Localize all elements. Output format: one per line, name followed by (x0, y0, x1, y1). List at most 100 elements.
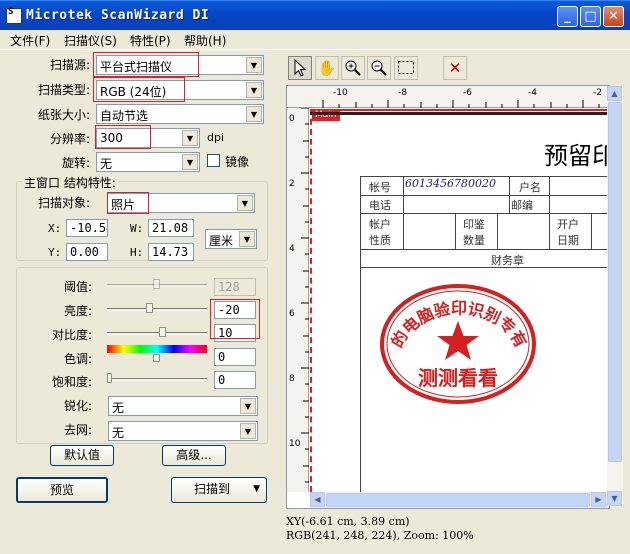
vertical-scrollbar[interactable]: ▲ ▼ (607, 86, 623, 506)
brightness-label: 亮度: (63, 304, 92, 318)
red-seal-stamp: 他们的电脑验印识别专有公司 测测看看 (378, 281, 536, 404)
open-date-label: 开户 (557, 218, 579, 231)
menu-help[interactable]: 帮助(H) (184, 32, 226, 49)
h-field[interactable]: 14.73 (148, 243, 194, 261)
threshold-label: 阈值: (63, 280, 92, 294)
ruler-tick-label: -8 (398, 88, 407, 98)
hue-label: 色调: (63, 352, 92, 366)
scan-object-label: 扫描对象: (37, 196, 90, 210)
ruler-tick-label: 0 (289, 114, 295, 124)
hand-tool-icon[interactable]: ✋ (315, 56, 339, 80)
horizontal-scroll-thumb[interactable] (326, 493, 590, 507)
zoom-in-icon[interactable] (341, 56, 365, 80)
maximize-button[interactable]: □ (580, 6, 601, 27)
chevron-down-icon: ▼ (239, 231, 255, 247)
ruler-tick-label: 10 (289, 439, 301, 449)
threshold-field[interactable]: 128 (214, 278, 256, 296)
advanced-button[interactable]: 高级... (162, 445, 226, 466)
menu-file[interactable]: 文件(F) (10, 32, 50, 49)
chevron-down-icon: ▼ (237, 195, 253, 211)
vertical-scroll-thumb[interactable] (608, 102, 622, 462)
source-label: 扫描源: (49, 58, 90, 72)
rotate-label: 旋转: (61, 156, 90, 170)
highlight-box (210, 299, 260, 339)
hue-slider[interactable] (107, 345, 207, 353)
mirror-label: 镜像 (225, 155, 250, 169)
rotate-select[interactable]: 无 ▼ (96, 152, 200, 172)
scan-to-button[interactable]: 扫描到 ▼ (171, 477, 267, 503)
default-button[interactable]: 默认值 (50, 445, 114, 466)
ruler-tick-label: 2 (289, 179, 295, 189)
acct-type-label: 帐户 (369, 218, 391, 231)
w-field[interactable]: 21.08 (148, 219, 194, 237)
highlight-box (95, 125, 151, 149)
preview-button[interactable]: 预览 (16, 477, 108, 503)
resolution-label: 分辨率: (49, 132, 90, 146)
y-field[interactable]: 0.00 (66, 243, 108, 261)
ruler-tick-label: -6 (463, 88, 472, 98)
saturation-label: 饱和度: (51, 375, 92, 389)
scan-preview-image[interactable]: Main 预留印 帐号 6013456780020 户名 电话 邮编 帐户 性质… (310, 109, 607, 492)
chevron-down-icon: ▼ (240, 423, 256, 439)
pointer-tool-icon[interactable] (288, 56, 312, 80)
highlight-box (107, 192, 149, 214)
saturation-field[interactable]: 0 (214, 371, 256, 389)
contrast-thumb[interactable] (159, 327, 166, 337)
scroll-down-icon[interactable]: ▼ (607, 491, 622, 506)
dropdown-arrow-icon: ▼ (253, 484, 260, 494)
phone-label: 电话 (369, 199, 391, 212)
unit-select[interactable]: 厘米 ▼ (205, 229, 257, 249)
title-bar: S Microtek ScanWizard DI _ □ ✕ (0, 0, 630, 30)
descreen-label: 去网: (63, 423, 92, 437)
hue-thumb[interactable] (153, 354, 160, 362)
brightness-slider[interactable] (107, 308, 207, 311)
ruler-tick-label: 6 (289, 309, 295, 319)
chevron-down-icon: ▼ (240, 398, 256, 414)
window-title: Microtek ScanWizard DI (26, 8, 210, 23)
page-top-edge (310, 112, 607, 115)
chevron-down-icon: ▼ (182, 130, 198, 146)
paper-size-select[interactable]: 自动节选 ▼ (96, 104, 264, 124)
ruler-tick-label: -4 (528, 88, 537, 98)
mirror-checkbox[interactable] (207, 154, 220, 167)
threshold-thumb[interactable] (153, 279, 160, 289)
frame-group-label: 主窗口 结构特性: (22, 174, 118, 191)
menu-bar: 文件(F) 扫描仪(S) 特性(P) 帮助(H) (0, 30, 630, 50)
delete-frame-icon[interactable]: ✕ (443, 56, 467, 80)
menu-properties[interactable]: 特性(P) (130, 32, 171, 49)
chevron-down-icon: ▼ (246, 57, 262, 73)
y-label: Y: (48, 246, 62, 259)
x-field[interactable]: -10.54 (66, 219, 108, 237)
chevron-down-icon: ▼ (182, 154, 198, 170)
doc-title: 预留印 (544, 142, 607, 170)
stamp-star-icon (437, 321, 479, 360)
scroll-right-icon[interactable]: ▶ (591, 492, 606, 507)
open-date-label-2: 日期 (557, 234, 579, 247)
scroll-up-icon[interactable]: ▲ (607, 86, 622, 101)
account-no-value: 6013456780020 (405, 177, 496, 190)
brightness-thumb[interactable] (146, 303, 153, 313)
zoom-out-icon[interactable] (367, 56, 391, 80)
descreen-select[interactable]: 无 ▼ (108, 421, 258, 441)
vertical-ruler: 0 2 4 6 8 10 (287, 108, 309, 492)
ruler-tick-label: -10 (333, 88, 348, 98)
highlight-box (93, 77, 185, 102)
menu-scanner[interactable]: 扫描仪(S) (64, 32, 117, 49)
hue-field[interactable]: 0 (214, 348, 256, 366)
scroll-left-icon[interactable]: ◀ (310, 492, 325, 507)
sharpen-select[interactable]: 无 ▼ (108, 396, 258, 416)
marquee-select-icon[interactable] (394, 56, 418, 80)
minimize-button[interactable]: _ (557, 6, 578, 27)
form-left-border (360, 266, 361, 492)
saturation-thumb[interactable] (107, 373, 112, 383)
contrast-slider[interactable] (107, 332, 207, 335)
dpi-unit: dpi (207, 131, 225, 144)
horizontal-scrollbar[interactable]: ◀ ▶ (310, 492, 607, 508)
horizontal-ruler: -10 -8 -6 -4 -2 (287, 86, 607, 108)
saturation-slider[interactable] (107, 378, 207, 381)
status-bar: XY(-6.61 cm, 3.89 cm) RGB(241, 248, 224)… (286, 515, 474, 543)
seal-count-label-2: 数量 (463, 234, 485, 247)
close-button[interactable]: ✕ (603, 6, 624, 27)
section-label: 财务章 (491, 254, 524, 267)
app-icon[interactable]: S (6, 8, 22, 24)
